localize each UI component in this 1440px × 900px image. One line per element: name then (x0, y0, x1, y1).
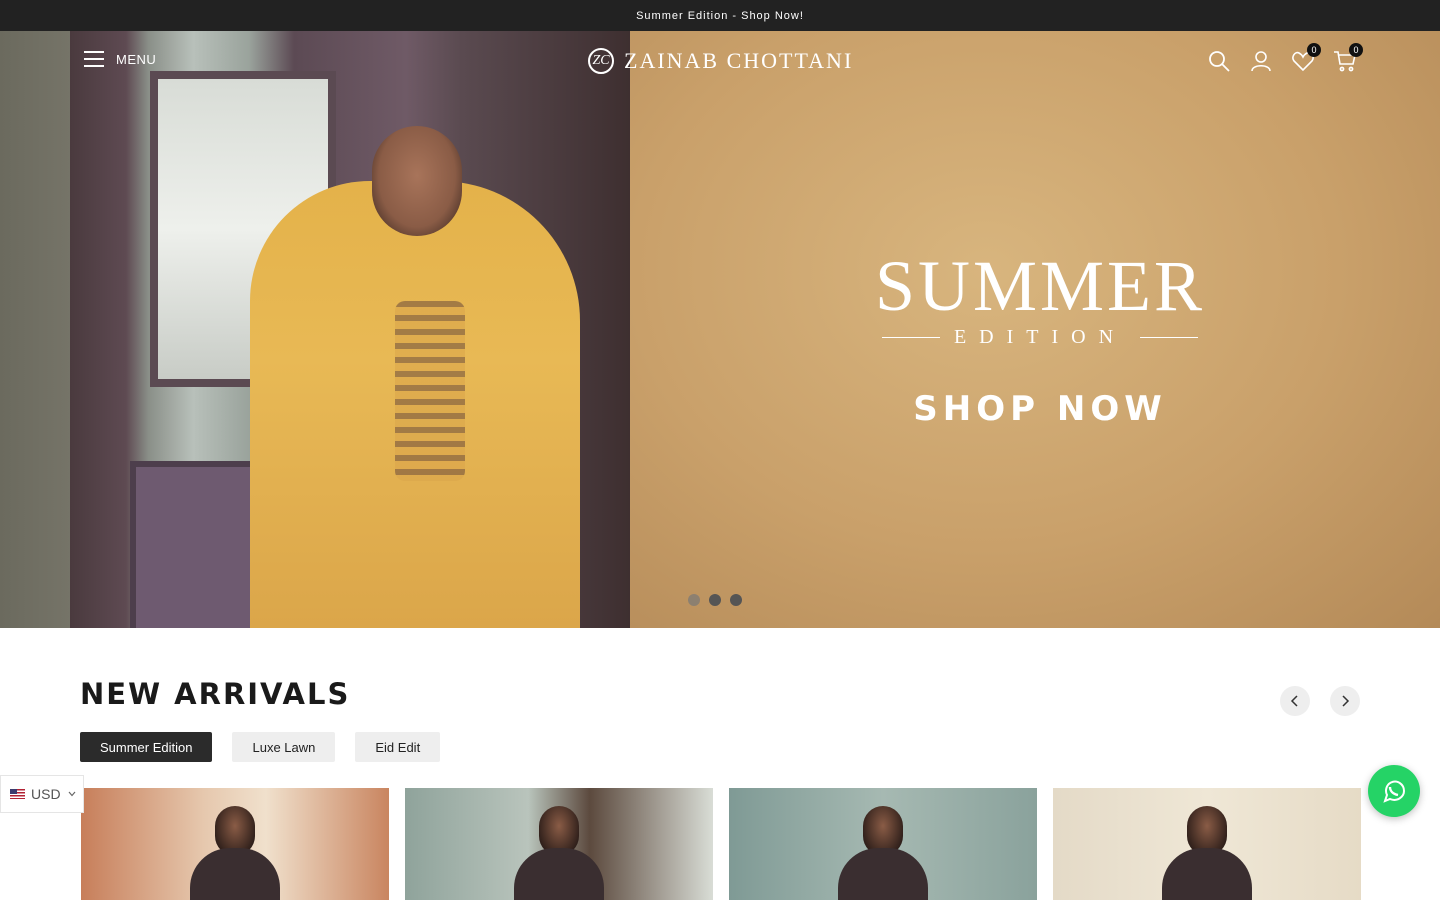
hero-text-block: SUMMER EDITION SHOP NOW (840, 246, 1240, 429)
hero-outfit-embroidery (395, 301, 465, 481)
product-carousel (81, 788, 1361, 900)
product-image-body (838, 848, 928, 900)
slider-dot-2[interactable] (709, 594, 721, 606)
brand-logo[interactable]: ZC ZAINAB CHOTTANI (588, 48, 853, 74)
product-card[interactable] (81, 788, 389, 900)
hamburger-icon (84, 51, 104, 67)
us-flag-icon (10, 789, 25, 799)
product-card[interactable] (729, 788, 1037, 900)
slider-dots (688, 594, 742, 606)
hero-title: SUMMER (874, 246, 1206, 326)
announcement-text[interactable]: Summer Edition - Shop Now! (636, 10, 804, 22)
carousel-next-button[interactable] (1330, 686, 1360, 716)
whatsapp-icon (1383, 780, 1406, 803)
product-card[interactable] (1053, 788, 1361, 900)
tab-luxe-lawn[interactable]: Luxe Lawn (232, 732, 336, 762)
menu-label: MENU (116, 51, 157, 67)
currency-code: USD (31, 786, 61, 802)
product-image-body (514, 848, 604, 900)
tab-eid-edit[interactable]: Eid Edit (355, 732, 441, 762)
collection-tabs: Summer Edition Luxe Lawn Eid Edit (80, 732, 441, 762)
account-icon[interactable] (1249, 49, 1273, 73)
logo-mark-icon: ZC (588, 48, 614, 74)
hero-subtitle-row: EDITION (840, 326, 1240, 349)
carousel-controls (1280, 686, 1360, 716)
tab-summer-edition[interactable]: Summer Edition (80, 732, 213, 762)
product-image-body (190, 848, 280, 900)
slider-dot-1[interactable] (688, 594, 700, 606)
product-card[interactable] (405, 788, 713, 900)
wishlist-count-badge: 0 (1307, 43, 1321, 57)
hero-shop-now-link[interactable]: SHOP NOW (840, 389, 1240, 429)
cart-count-badge: 0 (1349, 43, 1363, 57)
cart-icon[interactable]: 0 (1333, 43, 1363, 73)
divider-line (1140, 337, 1199, 338)
announcement-bar[interactable]: Summer Edition - Shop Now! (0, 0, 1440, 31)
search-icon[interactable] (1207, 49, 1231, 73)
site-header: MENU ZC ZAINAB CHOTTANI 0 0 (0, 31, 1440, 93)
whatsapp-chat-button[interactable] (1368, 765, 1420, 817)
carousel-prev-button[interactable] (1280, 686, 1310, 716)
header-icons: 0 0 (1207, 43, 1363, 73)
section-title: NEW ARRIVALS (80, 677, 351, 711)
brand-name: ZAINAB CHOTTANI (624, 48, 854, 73)
hero-model-head (372, 126, 462, 236)
divider-line (881, 337, 940, 338)
product-image-body (1162, 848, 1252, 900)
hero-subtitle: EDITION (953, 326, 1127, 348)
heart-icon[interactable]: 0 (1291, 43, 1321, 73)
currency-selector[interactable]: USD (0, 775, 84, 813)
chevron-down-icon (68, 791, 76, 797)
menu-button[interactable]: MENU (84, 51, 156, 67)
hero-banner[interactable]: SUMMER EDITION SHOP NOW (0, 31, 1440, 628)
slider-dot-3[interactable] (730, 594, 742, 606)
